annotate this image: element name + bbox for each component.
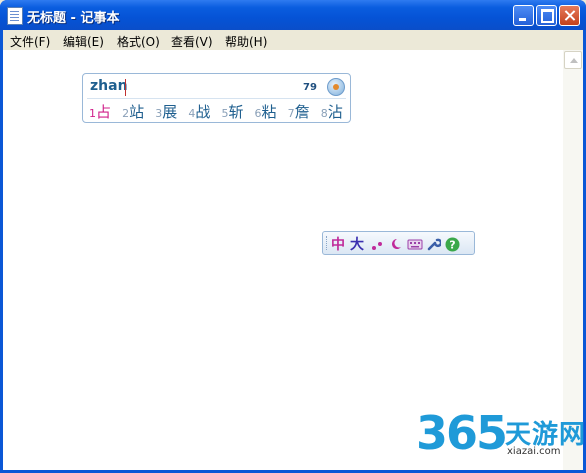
text-caret <box>125 79 126 96</box>
ime-status-bar: 中 大 ? <box>322 231 475 255</box>
wrench-icon[interactable] <box>427 237 441 251</box>
close-button[interactable] <box>559 5 580 26</box>
minimize-button[interactable] <box>513 5 534 26</box>
ime-candidate-count: 79 <box>303 82 317 93</box>
ime-pinyin-input: zhan <box>90 78 128 94</box>
menu-bar: 文件(F) 编辑(E) 格式(O) 查看(V) 帮助(H) <box>3 30 583 50</box>
notepad-window: 无标题 - 记事本 文件(F) 编辑(E) 格式(O) 查看(V) 帮助(H) <box>0 0 586 473</box>
ime-candidate[interactable]: 6粘 <box>255 101 277 122</box>
title-bar[interactable]: 无标题 - 记事本 <box>0 0 586 30</box>
vertical-scrollbar[interactable] <box>563 50 583 470</box>
notepad-icon <box>7 7 23 25</box>
ime-candidate[interactable]: 5斩 <box>221 101 243 122</box>
moon-icon[interactable] <box>389 237 403 251</box>
drag-handle[interactable] <box>326 236 329 250</box>
ime-candidate[interactable]: 2站 <box>122 101 144 122</box>
ime-candidate[interactable]: 3展 <box>155 101 177 122</box>
menu-edit[interactable]: 编辑(E) <box>63 33 104 50</box>
scroll-up-button[interactable] <box>564 51 582 69</box>
soft-keyboard-icon[interactable] <box>407 237 423 251</box>
maximize-button[interactable] <box>536 5 557 26</box>
ime-candidate[interactable]: 8沾 <box>321 101 343 122</box>
help-icon[interactable]: ? <box>445 237 460 252</box>
menu-help[interactable]: 帮助(H) <box>225 33 267 50</box>
ime-menu-button[interactable] <box>327 78 345 96</box>
ime-candidate[interactable]: 7詹 <box>288 101 310 122</box>
width-toggle-button[interactable]: 大 <box>350 234 364 254</box>
ime-candidate-list: 1占 2站 3展 4战 5斩 6粘 7詹 8沾 <box>89 101 349 121</box>
punctuation-icon[interactable] <box>371 237 385 251</box>
watermark-url: xiazai.com <box>507 446 561 457</box>
ime-candidate[interactable]: 4战 <box>188 101 210 122</box>
menu-view[interactable]: 查看(V) <box>171 33 213 50</box>
menu-file[interactable]: 文件(F) <box>10 33 50 50</box>
ime-candidate-window: zhan 79 1占 2站 3展 4战 5斩 6粘 7詹 8沾 <box>82 73 351 123</box>
lang-toggle-button[interactable]: 中 <box>331 234 345 254</box>
ime-candidate[interactable]: 1占 <box>89 101 111 122</box>
menu-format[interactable]: 格式(O) <box>117 33 160 50</box>
ime-divider <box>87 98 346 99</box>
window-title: 无标题 - 记事本 <box>27 11 120 26</box>
svg-text:?: ? <box>449 239 455 252</box>
watermark-number: 365 <box>416 406 508 460</box>
